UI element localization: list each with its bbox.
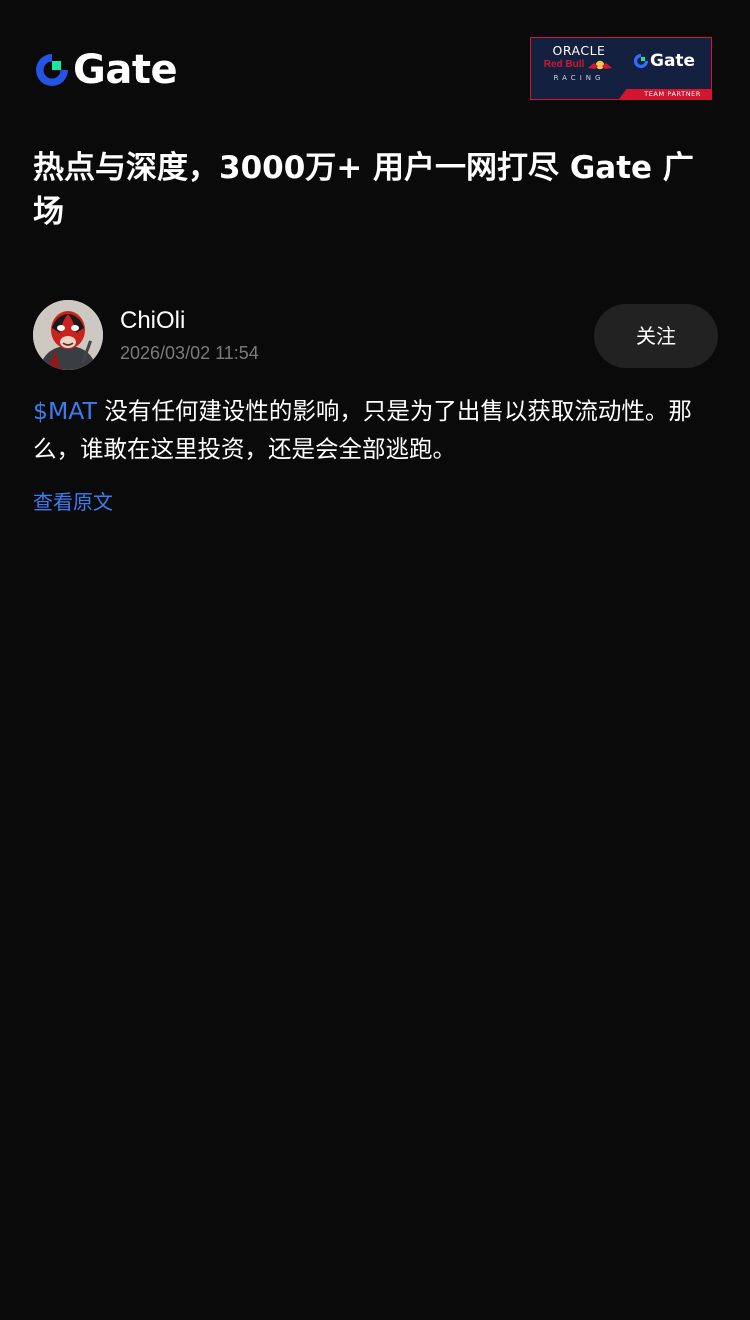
team-partner-badge: ORACLE Red Bull RACING Gate TEAM PARTNER: [530, 37, 712, 100]
racing-wordmark: RACING: [553, 74, 605, 82]
ticker-link[interactable]: $MAT: [33, 397, 97, 425]
follow-button[interactable]: 关注: [594, 304, 718, 368]
redbull-wordmark: Red Bull: [539, 58, 619, 72]
redbull-text: Red Bull: [543, 59, 585, 70]
avatar[interactable]: [33, 300, 103, 370]
team-partner-strip: TEAM PARTNER: [531, 89, 711, 99]
page-title: 热点与深度，3000万+ 用户一网打尽 Gate 广场: [33, 150, 694, 230]
deadpool-avatar-icon: [33, 300, 103, 370]
gate-logo-icon: [36, 54, 68, 86]
oracle-wordmark: ORACLE: [552, 43, 606, 58]
author-name[interactable]: ChiOli: [120, 306, 185, 336]
team-partner-text: TEAM PARTNER: [644, 90, 701, 98]
oracle-redbull-lockup: ORACLE Red Bull RACING: [539, 44, 619, 83]
header: Gate ORACLE Red Bull RACING Gate TEAM PA…: [0, 0, 750, 120]
gate-logo[interactable]: Gate: [34, 47, 178, 93]
gate-logo-text: Gate: [73, 47, 178, 93]
badge-gate-text: Gate: [650, 51, 696, 71]
view-original-link[interactable]: 查看原文: [33, 488, 113, 516]
post-body-text: 没有任何建设性的影响，只是为了出售以获取流动性。那么，谁敢在这里投资，还是会全部…: [33, 397, 692, 463]
gate-small-icon: [633, 53, 649, 69]
post-author-row: ChiOli 2026/03/02 11:54 关注: [33, 300, 718, 370]
post-body: $MAT 没有任何建设性的影响，只是为了出售以获取流动性。那么，谁敢在这里投资，…: [33, 392, 723, 468]
post-timestamp: 2026/03/02 11:54: [120, 343, 259, 363]
badge-gate-lockup: Gate: [633, 51, 695, 71]
bull-icon: [588, 60, 613, 70]
